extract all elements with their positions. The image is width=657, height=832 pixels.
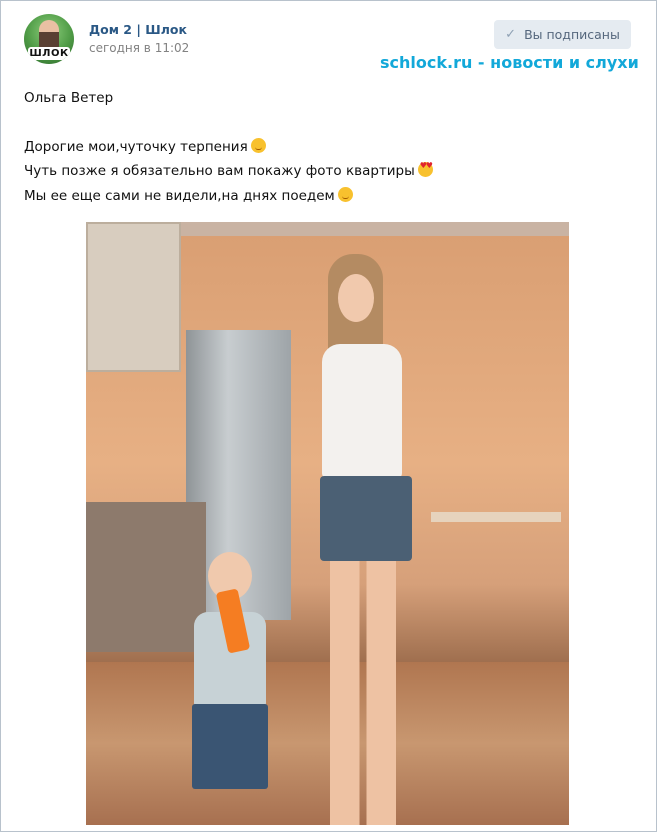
photo-woman-legs xyxy=(330,561,396,825)
post-text: Ольга Ветер Дорогие мои,чуточку терпения… xyxy=(24,88,624,210)
photo-woman xyxy=(308,244,438,825)
post-text-line-1-text: Дорогие мои,чуточку терпения xyxy=(24,138,248,155)
photo-table xyxy=(431,512,561,662)
photo-woman-face xyxy=(338,274,374,322)
post-text-line-1: Дорогие мои,чуточку терпения xyxy=(24,137,624,162)
wink-emoji-icon xyxy=(250,137,266,153)
photo-woman-shorts xyxy=(320,476,412,561)
post-text-line-2-text: Чуть позже я обязательно вам покажу фото… xyxy=(24,163,415,179)
photo-woman-top xyxy=(322,344,402,479)
post-text-line-2: Чуть позже я обязательно вам покажу фото… xyxy=(24,161,624,186)
avatar-logo: ШЛОК xyxy=(28,47,70,60)
post-author-line: Ольга Ветер xyxy=(24,90,114,106)
subscribed-button-label: Вы подписаны xyxy=(524,27,620,42)
check-icon: ✓ xyxy=(505,27,517,42)
post-photo[interactable] xyxy=(86,222,569,825)
post-text-line-3: Мы ее еще сами не видели,на днях поедем xyxy=(24,186,624,211)
heart-eyes-emoji-icon xyxy=(417,162,433,177)
photo-child-shorts xyxy=(192,704,268,789)
photo-child xyxy=(186,552,276,825)
group-avatar[interactable]: ШЛОК xyxy=(24,14,74,64)
wink-emoji-icon xyxy=(337,186,353,202)
subscribed-button[interactable]: ✓ Вы подписаны xyxy=(494,20,631,49)
site-watermark: schlock.ru - новости и слухи xyxy=(380,53,639,72)
group-name-link[interactable]: Дом 2 | Шлок xyxy=(89,22,187,37)
avatar-photo xyxy=(39,20,59,50)
photo-kitchen-cabinet xyxy=(86,222,181,372)
post-text-line-3-text: Мы ее еще сами не видели,на днях поедем xyxy=(24,187,335,204)
post-timestamp[interactable]: сегодня в 11:02 xyxy=(89,41,189,55)
